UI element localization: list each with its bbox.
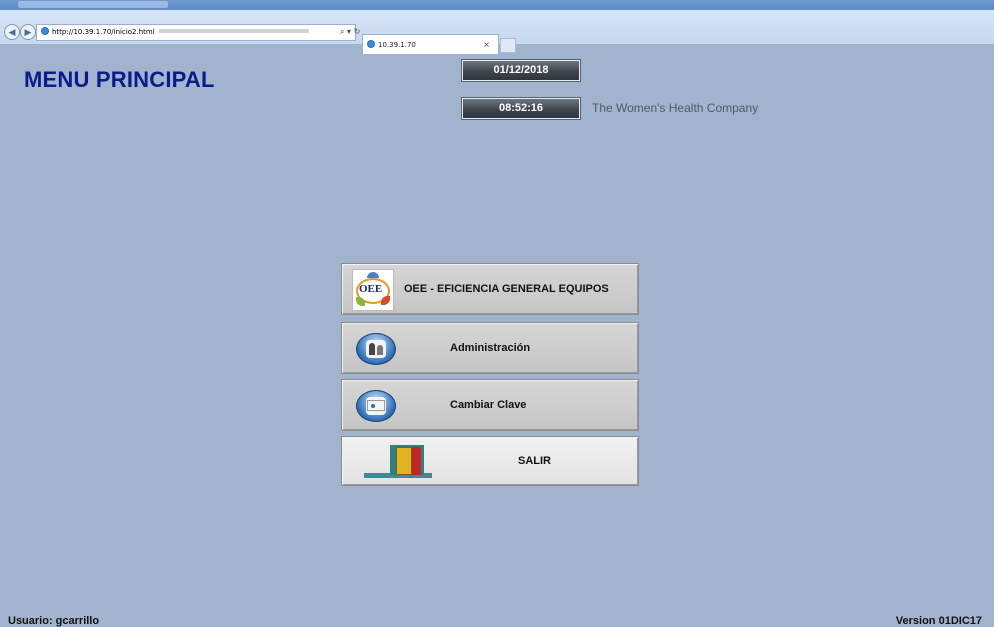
change-password-label: Cambiar Clave: [450, 399, 527, 411]
admin-button-label: Administración: [450, 342, 531, 354]
window-title: [18, 1, 168, 8]
exit-button[interactable]: SALIR: [341, 436, 639, 486]
id-card-icon: [356, 390, 396, 422]
change-password-button[interactable]: Cambiar Clave: [341, 379, 639, 431]
admin-button[interactable]: Administración: [341, 322, 639, 374]
address-bar[interactable]: http://10.39.1.70/inicio2.html: [36, 24, 356, 41]
tab-title: 10.39.1.70: [378, 41, 416, 49]
ie-page-icon: [41, 27, 49, 35]
browser-toolbar: ◀ ▶ http://10.39.1.70/inicio2.html ⌕ ▾ ↻…: [0, 10, 994, 54]
forward-button[interactable]: ▶: [20, 24, 36, 40]
back-button[interactable]: ◀: [4, 24, 20, 40]
users-icon: [356, 333, 396, 365]
company-name: The Women's Health Company: [592, 101, 759, 115]
address-blurred: [158, 29, 309, 33]
oee-logo-icon: OEE: [352, 269, 394, 311]
date-display: 01/12/2018: [462, 60, 580, 81]
oee-button[interactable]: OEE OEE - EFICIENCIA GENERAL EQUIPOS: [341, 263, 639, 315]
version-label: Version 01DIC17: [895, 615, 982, 627]
search-refresh-icons[interactable]: ⌕ ▾ ↻: [340, 24, 360, 39]
tab-ie-icon: [367, 40, 375, 48]
page-title: MENU PRINCIPAL: [24, 67, 215, 92]
time-display: 08:52:16: [462, 98, 580, 119]
exit-button-label: SALIR: [518, 455, 551, 467]
browser-tab[interactable]: 10.39.1.70 ×: [362, 34, 499, 54]
new-tab-button[interactable]: [500, 38, 516, 53]
window-titlebar: [0, 0, 994, 10]
exit-door-icon: [364, 443, 432, 481]
address-text: http://10.39.1.70/inicio2.html: [52, 28, 155, 36]
oee-button-label: OEE - EFICIENCIA GENERAL EQUIPOS: [404, 283, 609, 295]
oee-icon-text: OEE: [359, 283, 383, 295]
current-user: Usuario: gcarrillo: [8, 615, 100, 627]
tab-close-icon[interactable]: ×: [483, 35, 490, 55]
